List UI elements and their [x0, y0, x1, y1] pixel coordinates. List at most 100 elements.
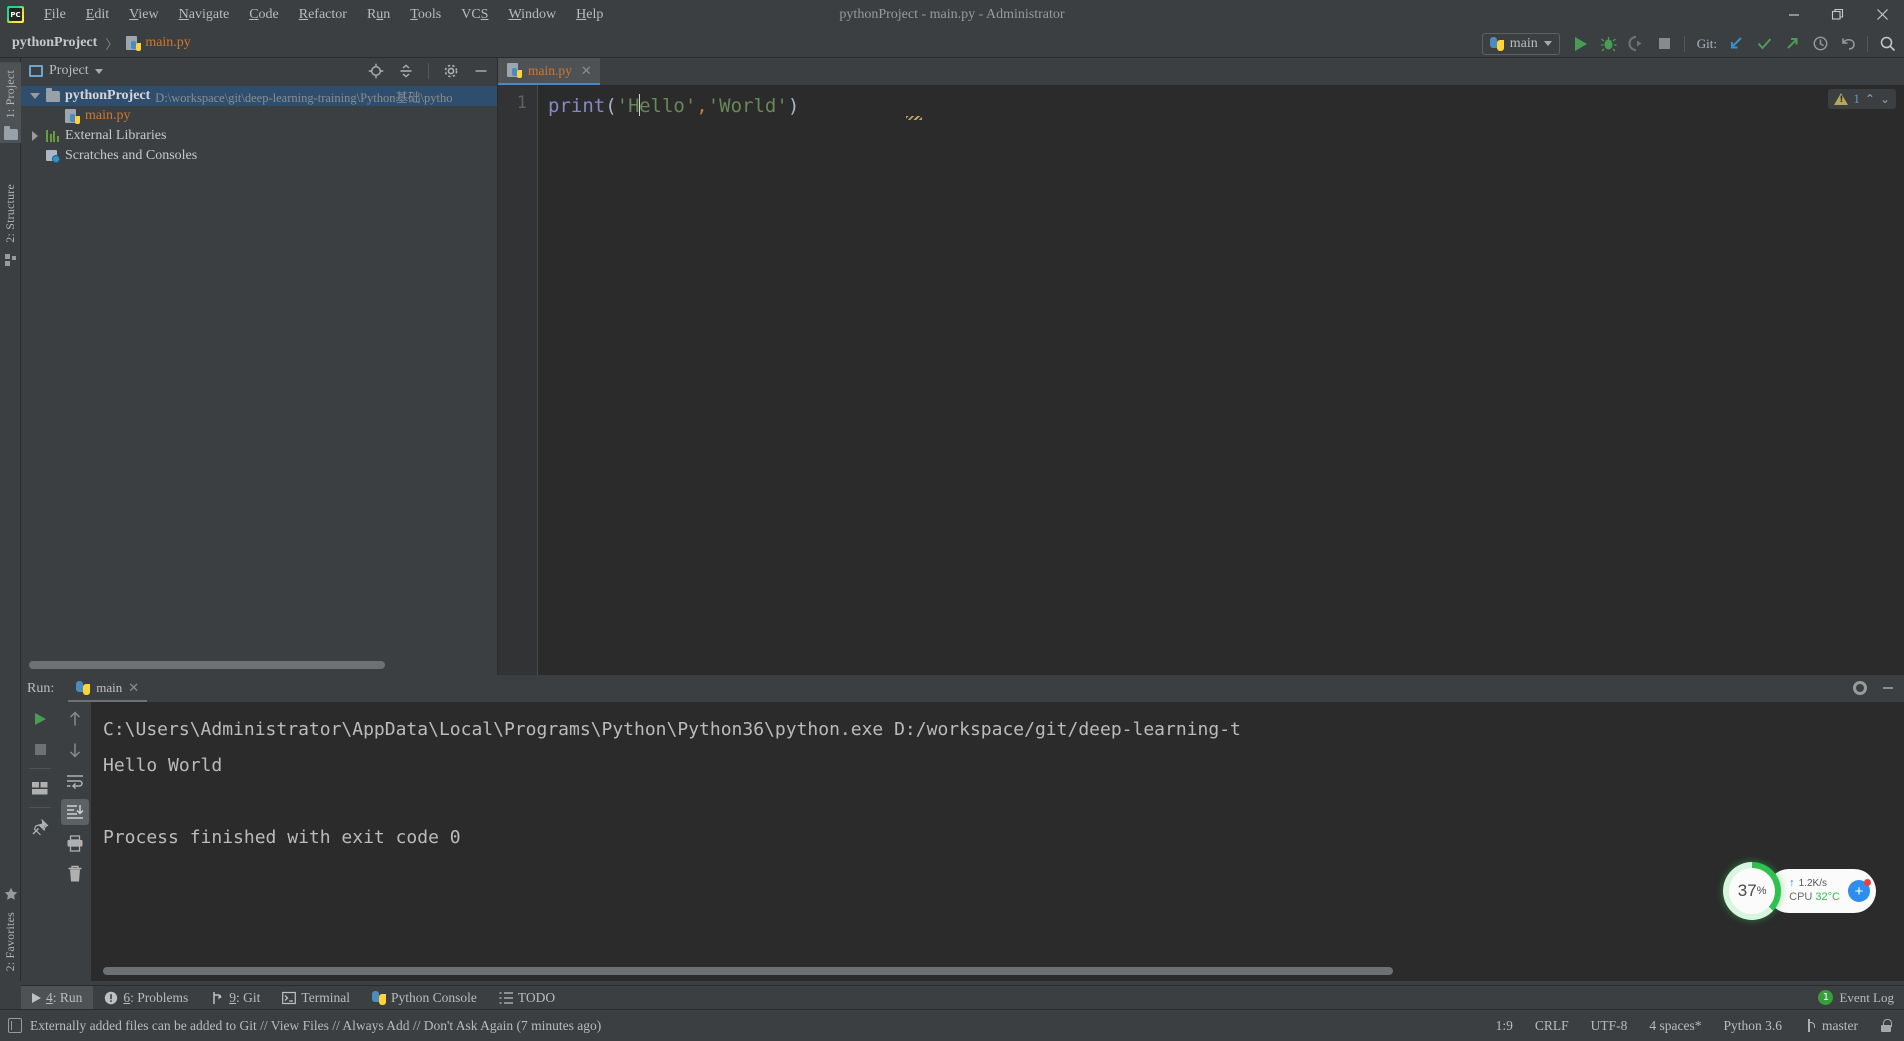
soft-wrap-button[interactable]	[61, 768, 89, 794]
system-monitor-widget[interactable]: 37% ↑ 1.2K/s CPU 32°C +	[1723, 862, 1876, 920]
status-message-area[interactable]: Externally added files can be added to G…	[8, 1018, 601, 1034]
problems-icon	[105, 991, 118, 1004]
menu-tools[interactable]: Tools	[400, 4, 451, 26]
print-button[interactable]	[61, 830, 89, 856]
collapse-all-button[interactable]	[394, 60, 418, 82]
debug-button[interactable]	[1596, 32, 1622, 56]
navigation-bar: pythonProject 〉 main.py main Git:	[0, 29, 1904, 58]
sidebar-item-project[interactable]: 1: Project	[0, 62, 21, 127]
tab-python-console[interactable]: Python Console	[361, 986, 488, 1010]
rerun-button[interactable]	[26, 706, 54, 732]
tab-terminal[interactable]: Terminal	[271, 986, 361, 1010]
project-panel-title: Project	[49, 63, 89, 78]
close-icon[interactable]: ✕	[581, 63, 592, 79]
tab-run[interactable]: 4: Run	[21, 985, 94, 1010]
menu-navigate[interactable]: Navigate	[169, 4, 240, 26]
chevron-down-icon[interactable]: ⌄	[1880, 92, 1890, 106]
tree-node-main-py[interactable]: main.py	[21, 106, 497, 126]
git-update-button[interactable]	[1723, 32, 1749, 56]
line-separator[interactable]: CRLF	[1535, 1018, 1569, 1034]
run-button[interactable]	[1568, 32, 1594, 56]
indent-setting[interactable]: 4 spaces*	[1649, 1018, 1701, 1034]
search-icon[interactable]	[1874, 32, 1900, 56]
menu-file[interactable]: File	[34, 4, 76, 26]
cpu-usage-ring: 37%	[1723, 862, 1782, 920]
tab-todo[interactable]: TODO	[488, 986, 566, 1010]
chevron-right-icon[interactable]	[29, 130, 41, 142]
project-horizontal-scrollbar[interactable]	[29, 661, 489, 669]
code-token-rparen: )	[787, 95, 800, 117]
inspection-widget[interactable]: 1 ⌃ ⌄	[1828, 89, 1896, 109]
stop-button[interactable]	[1652, 32, 1678, 56]
git-branch-widget[interactable]: master	[1804, 1018, 1858, 1034]
menu-window[interactable]: Window	[498, 4, 566, 26]
git-history-button[interactable]	[1807, 32, 1833, 56]
breadcrumb-project[interactable]: pythonProject	[12, 35, 97, 51]
git-commit-button[interactable]	[1751, 32, 1777, 56]
event-log-badge: 1	[1818, 990, 1834, 1005]
console-horizontal-scrollbar[interactable]	[103, 967, 1903, 975]
close-icon[interactable]: ✕	[128, 680, 139, 696]
code-token-quote-close: '	[684, 95, 697, 117]
minimize-button[interactable]	[1772, 0, 1816, 29]
event-log-button[interactable]: 1 Event Log	[1818, 990, 1894, 1006]
tree-node-project-root[interactable]: pythonProject D:\workspace\git\deep-lear…	[21, 86, 497, 106]
add-widget-button[interactable]: +	[1848, 879, 1871, 902]
console-output[interactable]: C:\Users\Administrator\AppData\Local\Pro…	[91, 702, 1904, 981]
lock-icon[interactable]	[1880, 1019, 1892, 1032]
chevron-down-icon[interactable]	[94, 68, 103, 74]
close-button[interactable]	[1860, 0, 1904, 29]
python-icon	[371, 990, 386, 1005]
chevron-down-icon[interactable]	[29, 90, 41, 102]
cpu-temperature-value: 32°C	[1815, 891, 1840, 903]
hide-run-panel-button[interactable]	[1876, 677, 1900, 699]
tab-problems[interactable]: 6: Problems	[93, 986, 199, 1010]
tab-git-label: : Git	[236, 989, 261, 1005]
tree-node-external-libraries[interactable]: External Libraries	[21, 126, 497, 146]
rail-label-structure: 2: Structure	[3, 184, 17, 243]
tree-node-path: D:\workspace\git\deep-learning-training\…	[155, 90, 453, 105]
menu-vcs[interactable]: VCS	[451, 4, 498, 26]
run-coverage-button[interactable]	[1624, 32, 1650, 56]
layout-settings-button[interactable]	[26, 775, 54, 801]
scroll-to-end-button[interactable]	[61, 799, 89, 825]
menu-code[interactable]: Code	[239, 4, 289, 26]
select-opened-file-button[interactable]	[364, 60, 388, 82]
clear-all-button[interactable]	[61, 861, 89, 887]
python-interpreter[interactable]: Python 3.6	[1723, 1018, 1782, 1034]
editor-tab-main-py[interactable]: main.py ✕	[498, 58, 600, 85]
run-tab-main[interactable]: main ✕	[68, 675, 148, 702]
file-encoding[interactable]: UTF-8	[1591, 1018, 1628, 1034]
editor-code-text[interactable]: print('Hello','World')	[538, 85, 1904, 675]
pin-tab-button[interactable]	[26, 814, 54, 840]
chevron-up-icon[interactable]: ⌃	[1865, 92, 1875, 106]
breadcrumb-file[interactable]: main.py	[145, 35, 191, 51]
git-push-button[interactable]	[1779, 32, 1805, 56]
caret-position[interactable]: 1:9	[1496, 1018, 1513, 1034]
run-settings-button[interactable]	[1848, 677, 1872, 699]
menu-help[interactable]: Help	[566, 4, 613, 26]
menu-run[interactable]: Run	[357, 4, 400, 26]
warning-icon	[1834, 93, 1849, 105]
up-arrow-button[interactable]	[61, 706, 89, 732]
git-rollback-button[interactable]	[1835, 32, 1861, 56]
editor-code-area[interactable]: 1 print('Hello','World') 1 ⌃ ⌄	[498, 85, 1904, 675]
run-configuration-selector[interactable]: main	[1481, 32, 1560, 55]
menu-edit[interactable]: Edit	[76, 4, 119, 26]
editor-tab-bar: main.py ✕	[498, 58, 1904, 85]
python-file-icon	[507, 63, 522, 78]
project-settings-button[interactable]	[439, 60, 463, 82]
stop-process-button[interactable]	[26, 736, 54, 762]
folder-icon	[3, 126, 18, 141]
restore-button[interactable]	[1816, 0, 1860, 29]
menu-refactor[interactable]: Refactor	[289, 4, 357, 26]
menu-view[interactable]: View	[119, 4, 169, 26]
tab-git[interactable]: 9: Git	[199, 986, 271, 1010]
event-log-label: Event Log	[1839, 989, 1894, 1005]
sidebar-item-structure[interactable]: 2: Structure	[0, 176, 21, 251]
hide-panel-button[interactable]	[469, 60, 493, 82]
down-arrow-button[interactable]	[61, 737, 89, 763]
sidebar-item-favorites[interactable]: 2: Favorites	[0, 904, 21, 979]
tree-node-scratches[interactable]: Scratches and Consoles	[21, 146, 497, 166]
scratches-icon	[46, 149, 60, 163]
